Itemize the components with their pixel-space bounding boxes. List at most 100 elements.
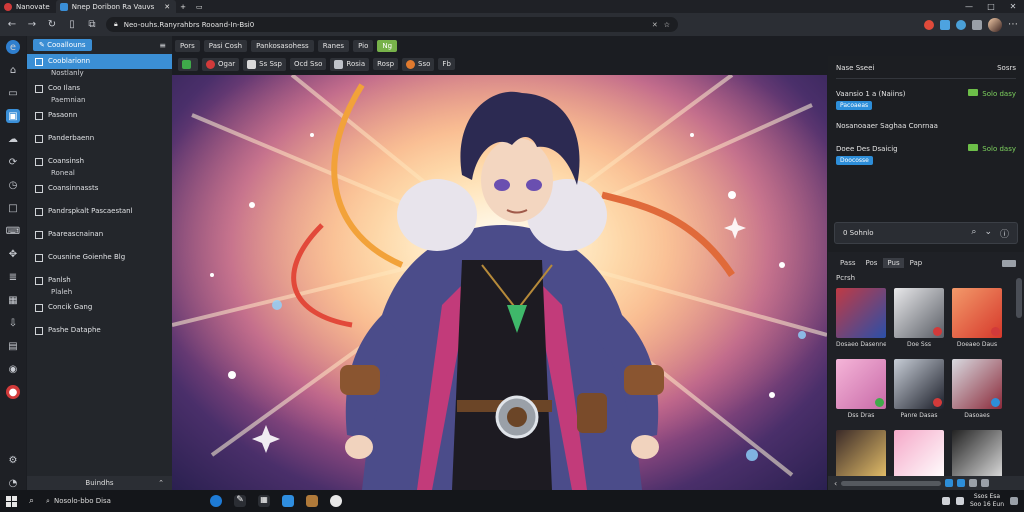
toolbar-item[interactable]: Pankosasohess [251, 40, 314, 52]
checkbox-icon[interactable] [35, 327, 43, 335]
sidebar-item[interactable]: Panderbaenn [27, 131, 172, 146]
search-icon[interactable]: ⌕ [971, 227, 976, 240]
network-icon[interactable] [942, 497, 950, 505]
details-sort[interactable]: Sosrs [997, 64, 1016, 72]
pen-icon[interactable]: ✎ [234, 495, 247, 507]
minimize-button[interactable]: — [958, 2, 980, 11]
checkbox-icon[interactable] [35, 158, 43, 166]
thumbnail[interactable]: Dss Dras [836, 359, 886, 422]
info-icon[interactable]: ⓘ [1000, 227, 1009, 240]
photos-icon[interactable] [306, 495, 319, 507]
store-icon[interactable] [282, 495, 295, 507]
checkbox-icon[interactable] [35, 112, 43, 120]
toolbar-button[interactable]: Ss Ssp [243, 57, 286, 71]
record-icon[interactable]: ● [6, 385, 20, 399]
start-icon[interactable] [6, 495, 17, 507]
sidebar-item[interactable]: Coo Ilans [27, 81, 172, 96]
notification-icon[interactable] [1010, 497, 1018, 505]
toolbar-button[interactable]: Ocd Sso [289, 58, 327, 70]
panel-search-input[interactable]: 0 Sohnlo ⌕ ⌄ ⓘ [834, 222, 1018, 244]
toolbar-button[interactable] [178, 57, 198, 71]
tab-2[interactable]: Nnep Doribon Ra Vauvs ✕ [55, 0, 177, 13]
bookmark-icon[interactable]: ☆ [664, 21, 670, 29]
toolbar-button[interactable]: Rosia [330, 57, 370, 71]
toolbar-item[interactable]: Ranes [317, 40, 350, 52]
inbox-icon[interactable]: ▭ [6, 86, 20, 100]
more-menu-icon[interactable]: ⋯ [1008, 19, 1018, 30]
grey-square-icon[interactable] [981, 479, 990, 487]
detail-tag[interactable]: Doocosse [836, 156, 873, 165]
puzzle-icon[interactable]: ✥ [6, 247, 20, 261]
sidebar-item[interactable]: Pasaonn [27, 108, 172, 123]
toolbar-button[interactable]: Ogar [202, 57, 240, 71]
toolbar-item[interactable]: Pors [175, 40, 200, 52]
window-icon[interactable]: ▭ [192, 0, 209, 13]
checkbox-icon[interactable] [35, 85, 43, 93]
back-icon[interactable]: ← [6, 19, 18, 31]
address-bar[interactable]: 🔒︎ Neo-ouhs.Ranyrahbrs Rooand-In-Bsi0 ✕ … [106, 17, 678, 32]
toolbar-item[interactable]: Pasi Cosh [203, 40, 248, 52]
thumbnail[interactable]: Doeaeo Daus [952, 288, 1002, 351]
sidebar-item[interactable]: Cousnine Goienhe Blg [27, 250, 172, 265]
refresh-icon[interactable]: ⟳ [6, 155, 20, 169]
checkbox-icon[interactable] [35, 135, 43, 143]
active-panel-icon[interactable]: ▣ [6, 109, 20, 123]
checkbox-icon[interactable] [35, 277, 43, 285]
history-icon[interactable]: ◷ [6, 178, 20, 192]
checkbox-icon[interactable] [35, 185, 43, 193]
square-icon[interactable]: □ [6, 201, 20, 215]
layers-icon[interactable]: ≣ [6, 270, 20, 284]
sidebar-item[interactable]: Coansinsh [27, 154, 172, 169]
volume-icon[interactable] [956, 497, 964, 505]
sidebar-item[interactable]: Panlsh [27, 273, 172, 288]
sidebar-item[interactable]: Concik Gang [27, 300, 172, 315]
checkbox-icon[interactable] [35, 304, 43, 312]
chevron-up-icon[interactable]: ⌃ [158, 479, 164, 487]
panel-tab-active[interactable]: Pus [883, 258, 904, 268]
app-circle-icon[interactable] [330, 495, 343, 507]
sidebar-item[interactable]: Coansinnassts [27, 181, 172, 196]
panel-tab[interactable]: Pos [862, 258, 882, 268]
cloud-icon[interactable]: ☁ [6, 132, 20, 146]
record-ext-icon[interactable] [924, 19, 934, 30]
sidebar-item[interactable]: Paareascnainan [27, 227, 172, 242]
thumbnail[interactable]: Doe Sss [894, 288, 944, 351]
close-button[interactable]: ✕ [1002, 2, 1024, 11]
chevron-down-icon[interactable]: ⌄ [984, 227, 992, 240]
keyboard-icon[interactable]: ⌨ [6, 224, 20, 238]
panel-tab[interactable]: Pass [836, 258, 860, 268]
checkbox-icon[interactable] [35, 58, 43, 66]
home-icon[interactable]: ⌂ [6, 63, 20, 77]
horizontal-scrollbar[interactable] [841, 480, 942, 486]
profile-avatar[interactable] [988, 17, 1002, 32]
puzzle-ext-icon[interactable] [940, 19, 950, 30]
toolbar-button[interactable]: Fb [438, 58, 455, 70]
tab-1[interactable]: Nanovate [0, 0, 56, 13]
grid-icon[interactable]: ▤ [6, 339, 20, 353]
grey-square-icon[interactable] [969, 479, 978, 487]
maximize-button[interactable]: □ [980, 2, 1002, 11]
sidebar-title[interactable]: ✎ Cooallouns [33, 39, 92, 51]
view-toggle-icon[interactable] [1002, 259, 1016, 267]
detail-tag[interactable]: Pacoaeas [836, 101, 873, 110]
thumbnail[interactable]: Dosaeo Dasenne [836, 288, 886, 351]
toolbar-button[interactable]: Rosp [373, 58, 399, 70]
panel-scrollbar[interactable] [1016, 278, 1022, 318]
toolbar-item[interactable]: Pio [353, 40, 374, 52]
camera-icon[interactable]: ◉ [6, 362, 20, 376]
tab-actions-icon[interactable]: ⧉ [86, 19, 98, 31]
collections-icon[interactable] [972, 19, 982, 30]
forward-icon[interactable]: → [26, 19, 38, 31]
taskbar-search[interactable]: ⌕ Nosolo-bbo Disa [46, 497, 176, 506]
sidebar-item[interactable]: Pashe Dataphe [27, 323, 172, 338]
edge-taskbar-icon[interactable] [210, 495, 223, 507]
cloud-ext-icon[interactable] [956, 19, 966, 30]
chevron-left-icon[interactable]: ‹ [834, 479, 837, 488]
edge-icon[interactable]: e [6, 40, 20, 54]
thumbnail[interactable]: Panre Dasas [894, 359, 944, 422]
blue-square-icon[interactable] [945, 479, 954, 487]
tab-close-icon[interactable]: ✕ [164, 3, 170, 11]
table-taskbar-icon[interactable]: ▦ [258, 495, 271, 507]
split-icon[interactable]: ▯ [66, 19, 78, 31]
thumbnail[interactable]: Dasoaes [952, 359, 1002, 422]
